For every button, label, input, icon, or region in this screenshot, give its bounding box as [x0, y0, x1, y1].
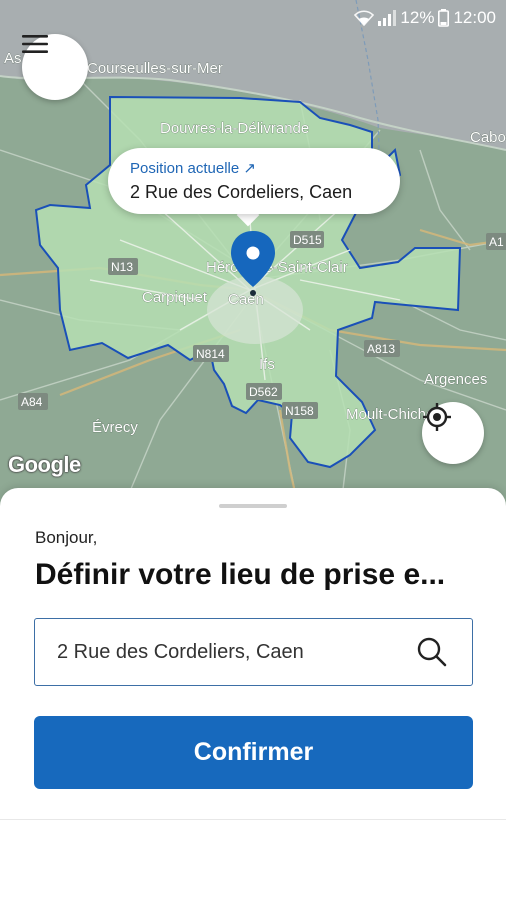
road-shield-a1: A1 [486, 233, 506, 250]
map-view[interactable]: Courseulles-sur-Mer Douvres-la-Délivrand… [0, 0, 506, 515]
road-shield-d562: D562 [246, 383, 282, 400]
map-label-douvres: Douvres-la-Délivrande [160, 120, 309, 137]
map-label-cabo: Cabo [470, 129, 506, 146]
greeting-text: Bonjour, [35, 528, 98, 547]
address-input-value[interactable]: 2 Rue des Cordeliers, Caen [57, 641, 304, 664]
map-label-carpiquet: Carpiquet [142, 289, 208, 306]
current-position-title[interactable]: Position actuelle ↗ [130, 159, 400, 179]
menu-button[interactable] [22, 34, 88, 100]
svg-text:A1: A1 [489, 235, 504, 249]
confirm-button[interactable]: Confirmer [34, 716, 473, 789]
svg-text:N13: N13 [111, 260, 133, 274]
google-logo: Google [8, 452, 81, 477]
svg-text:A813: A813 [367, 342, 395, 356]
crosshair-icon [423, 403, 451, 431]
battery-icon [438, 9, 450, 27]
address-search-field[interactable]: 2 Rue des Cordeliers, Caen [34, 618, 473, 686]
map-label-as: As [4, 50, 22, 67]
road-shield-n158: N158 [282, 402, 318, 419]
map-label-argences: Argences [424, 371, 487, 388]
current-position-address: 2 Rue des Cordeliers, Caen [130, 182, 353, 202]
divider [0, 819, 506, 820]
svg-text:N814: N814 [196, 347, 225, 361]
map-label-ifs: Ifs [259, 356, 275, 373]
battery-percent: 12% [400, 8, 435, 27]
svg-text:D515: D515 [293, 233, 322, 247]
current-location-bubble[interactable]: Position actuelle ↗ 2 Rue des Cordeliers… [108, 148, 400, 214]
wifi-icon [354, 10, 375, 26]
page-title: Définir votre lieu de prise e... [35, 558, 446, 591]
map-label-courseulles: Courseulles-sur-Mer [87, 60, 223, 77]
road-shield-a813: A813 [364, 340, 400, 357]
road-shield-n814: N814 [193, 345, 229, 362]
road-shield-d515: D515 [290, 231, 324, 248]
search-icon[interactable] [416, 636, 448, 668]
map-label-evrecy: Évrecy [92, 419, 138, 436]
menu-icon [22, 35, 48, 53]
clock: 12:00 [453, 8, 496, 27]
bottom-sheet: Bonjour, Définir votre lieu de prise e..… [0, 488, 506, 900]
locate-me-button[interactable] [422, 402, 484, 464]
svg-text:D562: D562 [249, 385, 278, 399]
road-shield-n13: N13 [108, 258, 138, 275]
svg-text:A84: A84 [21, 395, 43, 409]
svg-text:N158: N158 [285, 404, 314, 418]
signal-icon [378, 10, 397, 26]
road-shield-a84: A84 [18, 393, 48, 410]
sheet-drag-handle[interactable] [219, 504, 287, 508]
status-bar: 12% 12:00 [0, 0, 506, 34]
